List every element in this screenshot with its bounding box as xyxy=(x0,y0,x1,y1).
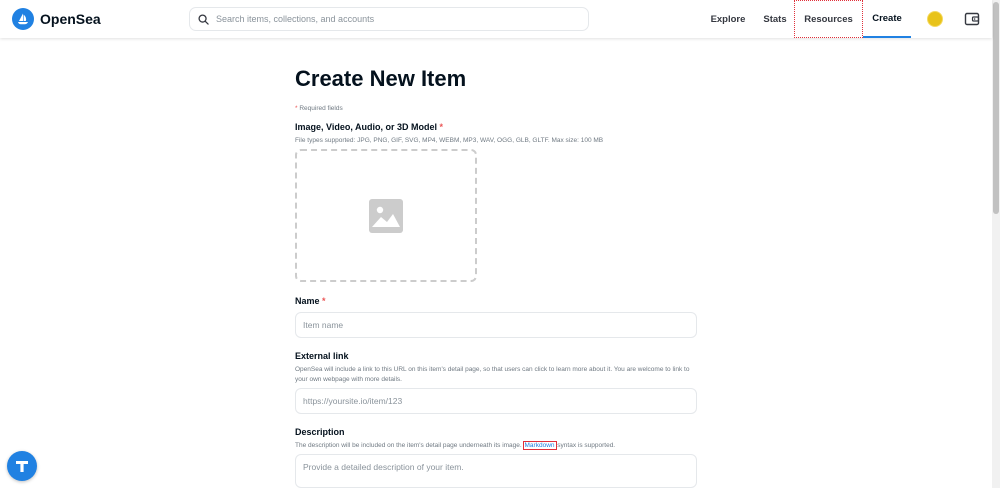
required-asterisk: * xyxy=(322,296,326,306)
search-input[interactable] xyxy=(216,14,576,24)
description-label: Description xyxy=(295,427,345,437)
page-scrollbar[interactable] xyxy=(992,0,1000,488)
markdown-link[interactable]: Markdown xyxy=(522,441,557,450)
floating-helper-button[interactable] xyxy=(7,451,37,481)
description-textarea[interactable] xyxy=(303,462,696,482)
required-fields-note: * Required fields xyxy=(295,105,343,112)
scrollbar-thumb[interactable] xyxy=(993,2,999,214)
image-icon xyxy=(369,198,403,233)
nav-stats[interactable]: Stats xyxy=(757,0,793,38)
name-label: Name * xyxy=(295,296,326,306)
description-help-suffix: syntax is supported. xyxy=(555,442,616,449)
name-field-container xyxy=(295,312,697,338)
top-navbar: OpenSea Explore Stats Resources Create xyxy=(0,0,992,38)
user-avatar[interactable] xyxy=(927,11,943,27)
external-link-label: External link xyxy=(295,351,349,361)
brand-name: OpenSea xyxy=(40,11,101,27)
name-label-text: Name xyxy=(295,296,320,306)
required-asterisk: * xyxy=(439,122,444,132)
t-badge-icon xyxy=(16,461,28,472)
media-label-text: Image, Video, Audio, or 3D Model xyxy=(295,122,438,132)
description-help-text: The description will be included on the … xyxy=(295,441,697,451)
page-title: Create New Item xyxy=(295,66,467,91)
nav-create[interactable]: Create xyxy=(863,0,911,38)
search-icon xyxy=(198,13,209,25)
external-link-input[interactable] xyxy=(303,396,696,406)
logo-link[interactable]: OpenSea xyxy=(12,8,101,30)
name-input[interactable] xyxy=(303,320,696,330)
description-field-container xyxy=(295,454,697,488)
required-note-text: Required fields xyxy=(297,105,343,112)
wallet-icon[interactable] xyxy=(964,11,980,27)
nav-resources[interactable]: Resources xyxy=(794,0,863,38)
opensea-logo-icon xyxy=(12,8,34,30)
media-upload-dropzone[interactable] xyxy=(295,149,477,282)
external-link-field-container xyxy=(295,388,697,414)
search-bar[interactable] xyxy=(189,7,589,31)
media-help-text: File types supported: JPG, PNG, GIF, SVG… xyxy=(295,137,604,144)
description-help-prefix: The description will be included on the … xyxy=(295,442,524,449)
nav-explore[interactable]: Explore xyxy=(703,0,753,38)
external-link-help-text: OpenSea will include a link to this URL … xyxy=(295,366,690,383)
media-label: Image, Video, Audio, or 3D Model * xyxy=(295,122,443,132)
